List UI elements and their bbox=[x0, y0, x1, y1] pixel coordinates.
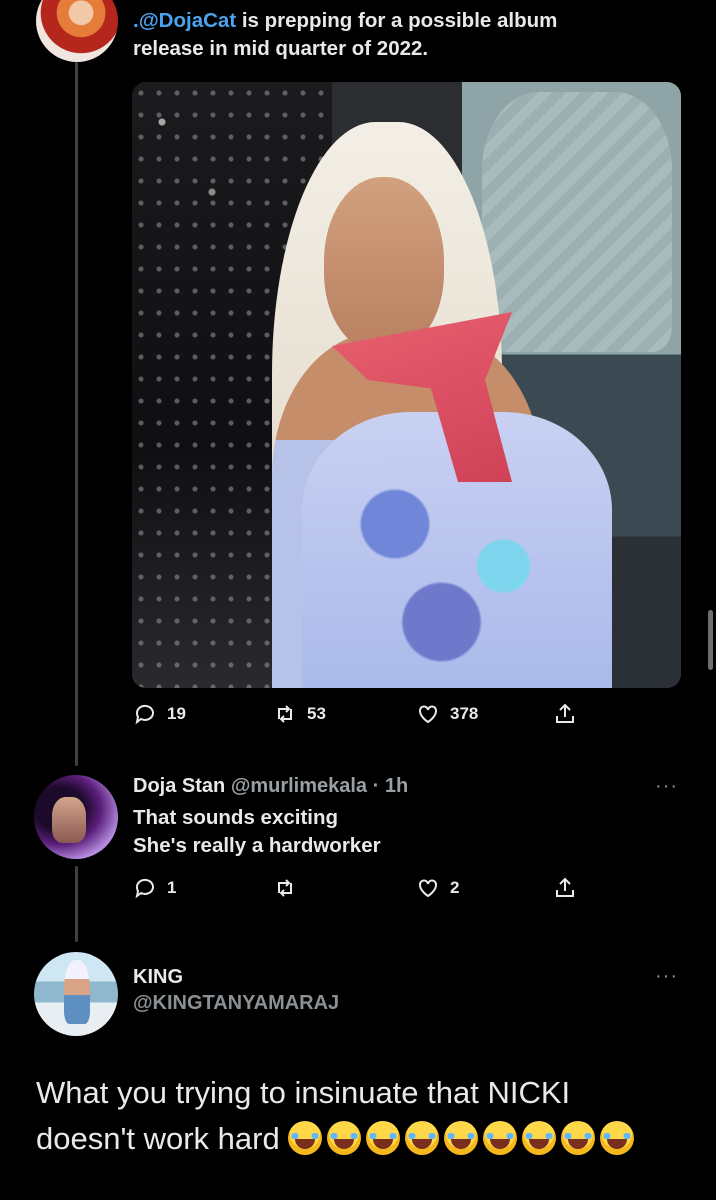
tears-of-joy-emoji-icon bbox=[366, 1121, 401, 1155]
tears-of-joy-emoji-icon bbox=[522, 1121, 557, 1155]
share-icon bbox=[556, 703, 574, 723]
mention-link[interactable]: .@DojaCat bbox=[133, 9, 236, 32]
reply-text-line2: She's really a hardworker bbox=[133, 834, 381, 857]
reply-icon bbox=[135, 704, 154, 725]
reply-header: Doja Stan @murlimekala · 1h bbox=[133, 773, 408, 799]
reply-count: 1 bbox=[167, 878, 177, 897]
king-text-line1: What you trying to insinuate that NICKI bbox=[36, 1075, 571, 1110]
retweet-icon bbox=[278, 705, 292, 723]
handle-timestamp[interactable]: @murlimekala · 1h bbox=[231, 775, 408, 797]
tears-of-joy-emoji-icon bbox=[405, 1121, 440, 1155]
share-button[interactable] bbox=[553, 876, 577, 900]
avatar[interactable] bbox=[36, 0, 118, 62]
reply-button[interactable]: 19 bbox=[133, 702, 186, 726]
tears-of-joy-emoji-icon bbox=[600, 1121, 635, 1155]
handle[interactable]: @KINGTANYAMARAJ bbox=[133, 992, 339, 1014]
retweet-count: 53 bbox=[307, 704, 326, 723]
share-button[interactable] bbox=[553, 702, 577, 726]
tears-of-joy-emoji-icon bbox=[444, 1121, 479, 1155]
like-button[interactable]: 2 bbox=[416, 876, 459, 900]
tweet-actions: 19 53 378 bbox=[133, 702, 593, 732]
like-button[interactable]: 378 bbox=[416, 702, 478, 726]
avatar[interactable] bbox=[34, 775, 118, 859]
like-icon bbox=[419, 705, 437, 724]
display-name[interactable]: Doja Stan bbox=[133, 775, 225, 797]
tears-of-joy-emoji-icon bbox=[483, 1121, 518, 1155]
avatar[interactable] bbox=[34, 952, 118, 1036]
like-icon bbox=[419, 879, 437, 898]
tweet-text-line2: release in mid quarter of 2022. bbox=[133, 37, 429, 60]
reply-count: 19 bbox=[167, 704, 186, 723]
emoji-row bbox=[288, 1121, 639, 1156]
share-icon bbox=[556, 877, 574, 897]
reply-actions: 1 2 bbox=[133, 876, 593, 906]
tweet-text: .@DojaCat is prepping for a possible alb… bbox=[133, 7, 673, 63]
king-header: KING @KINGTANYAMARAJ bbox=[133, 964, 339, 1016]
image-face bbox=[324, 177, 444, 352]
like-count: 2 bbox=[450, 878, 460, 897]
like-count: 378 bbox=[450, 704, 479, 723]
tears-of-joy-emoji-icon bbox=[327, 1121, 362, 1155]
more-icon[interactable]: ··· bbox=[655, 775, 678, 798]
reply-icon bbox=[135, 878, 154, 899]
retweet-button[interactable] bbox=[273, 876, 307, 900]
reply-button[interactable]: 1 bbox=[133, 876, 176, 900]
thread-line-middle bbox=[75, 866, 78, 942]
reply-text: That sounds exciting She's really a hard… bbox=[133, 804, 381, 860]
retweet-icon bbox=[278, 879, 292, 897]
display-name[interactable]: KING bbox=[133, 966, 183, 988]
more-icon[interactable]: ··· bbox=[655, 965, 678, 988]
tears-of-joy-emoji-icon bbox=[288, 1121, 323, 1155]
tweet-text-part: is prepping for a possible album bbox=[236, 9, 558, 32]
king-text-line2: doesn't work hard bbox=[36, 1121, 280, 1156]
tweet-image[interactable] bbox=[132, 82, 681, 688]
king-tweet-text: What you trying to insinuate that NICKI … bbox=[36, 1070, 696, 1162]
tears-of-joy-emoji-icon bbox=[561, 1121, 596, 1155]
scrollbar[interactable] bbox=[708, 610, 713, 670]
retweet-button[interactable]: 53 bbox=[273, 702, 326, 726]
reply-text-line1: That sounds exciting bbox=[133, 806, 339, 829]
thread-line-top bbox=[75, 62, 78, 766]
